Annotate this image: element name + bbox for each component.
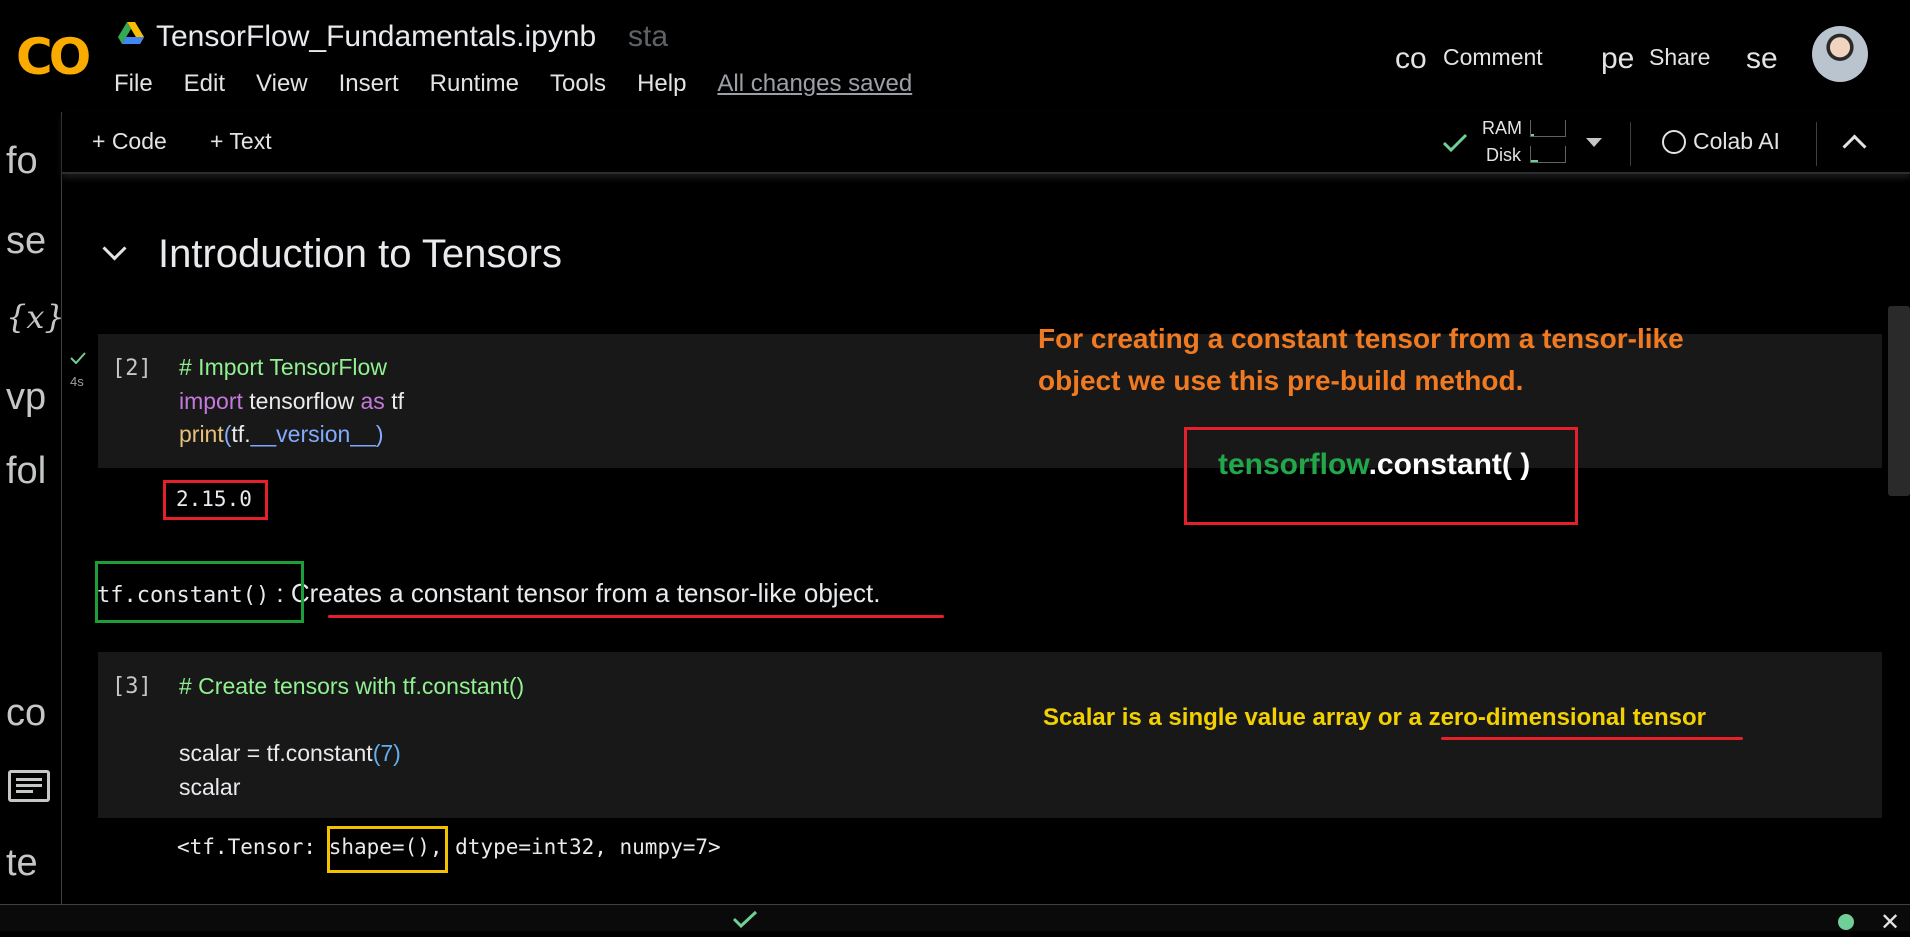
- output-highlight-box: [163, 480, 268, 520]
- api-call-label: tensorflow.constant( ): [1218, 448, 1530, 482]
- star-fragment[interactable]: sta: [628, 20, 668, 54]
- code-module: tensorflow: [242, 388, 361, 414]
- status-bar: [0, 904, 1910, 931]
- code-line[interactable]: # Create tensors with tf.constant(): [179, 670, 524, 704]
- run-status-check-icon: [70, 352, 86, 364]
- scalar-note-text: Scalar is a single value array or a: [1043, 704, 1429, 731]
- share-icon-fragment[interactable]: pe: [1601, 42, 1634, 76]
- section-heading: Introduction to Tensors: [158, 232, 562, 276]
- execution-count[interactable]: [3]: [112, 674, 152, 699]
- api-module: tensorflow: [1218, 448, 1369, 481]
- share-button[interactable]: Share: [1649, 44, 1710, 71]
- description-underline: [328, 615, 944, 618]
- notebook-title[interactable]: TensorFlow_Fundamentals.ipynb: [156, 20, 596, 54]
- variables-icon[interactable]: {x}: [6, 298, 65, 336]
- menu-file[interactable]: File: [114, 70, 153, 98]
- annotation-line: object we use this pre-build method.: [1038, 365, 1524, 396]
- menu-view[interactable]: View: [256, 70, 308, 98]
- close-icon[interactable]: ✕: [1880, 908, 1900, 937]
- markdown-description: : Creates a constant tensor from a tenso…: [276, 578, 881, 608]
- toolbar-divider: [1630, 122, 1631, 166]
- save-status-link[interactable]: All changes saved: [717, 70, 912, 98]
- execution-count[interactable]: [2]: [112, 356, 152, 381]
- code-line[interactable]: import tensorflow as tf: [179, 385, 404, 419]
- comment-button[interactable]: Comment: [1443, 44, 1543, 71]
- code-paren: ): [375, 421, 384, 447]
- annotation-line: For creating a constant tensor from a te…: [1038, 323, 1684, 354]
- rail-item-5[interactable]: fol: [6, 450, 56, 493]
- code-variable: scalar: [179, 774, 241, 800]
- code-alias: tf: [384, 388, 404, 414]
- ram-fill: [1531, 134, 1535, 136]
- disk-label: Disk: [1486, 145, 1521, 165]
- colab-ai-icon: [1662, 130, 1686, 154]
- ram-label: RAM: [1482, 118, 1522, 138]
- menu-bar: File Edit View Insert Runtime Tools Help…: [114, 70, 912, 98]
- settings-fragment[interactable]: se: [1746, 42, 1778, 76]
- code-keyword: as: [360, 388, 385, 414]
- run-time: 4s: [70, 374, 84, 389]
- drive-icon: [118, 22, 144, 44]
- add-text-button[interactable]: + Text: [210, 128, 272, 155]
- menu-tools[interactable]: Tools: [550, 70, 606, 98]
- menu-help[interactable]: Help: [637, 70, 686, 98]
- chevron-down-icon[interactable]: [102, 236, 127, 261]
- emphasis-underline: [1441, 737, 1743, 740]
- colab-logo[interactable]: CO: [16, 28, 91, 86]
- code-comment: # Import TensorFlow: [179, 354, 387, 380]
- check-icon: [1442, 133, 1468, 153]
- code-line[interactable]: # Import TensorFlow: [179, 351, 387, 385]
- output-suffix: , dtype=int32, numpy=7>: [429, 835, 721, 859]
- scalar-note-emphasis: zero-dimensional tensor: [1428, 704, 1706, 731]
- add-code-button[interactable]: + Code: [92, 128, 167, 155]
- scalar-note: Scalar is a single value array or a zero…: [1043, 704, 1706, 732]
- disk-bar[interactable]: [1530, 146, 1566, 163]
- menu-edit[interactable]: Edit: [184, 70, 225, 98]
- rail-item-1[interactable]: fo: [6, 140, 56, 183]
- rail-item-7[interactable]: te: [6, 842, 56, 885]
- menu-runtime[interactable]: Runtime: [430, 70, 519, 98]
- connection-status-icon: [1838, 914, 1854, 930]
- rail-item-4[interactable]: vp: [6, 376, 56, 419]
- api-method: .constant( ): [1368, 448, 1531, 481]
- ram-bar[interactable]: [1530, 120, 1566, 137]
- code-highlight-box: [95, 561, 304, 623]
- code-line[interactable]: scalar = tf.constant(7): [179, 737, 401, 771]
- annotation-note: For creating a constant tensor from a te…: [1038, 318, 1684, 402]
- code-function: print: [179, 421, 224, 447]
- avatar[interactable]: [1812, 26, 1868, 82]
- toolbar-divider: [1816, 122, 1817, 166]
- menu-insert[interactable]: Insert: [339, 70, 399, 98]
- code-attribute: __version__: [250, 421, 376, 447]
- cell-output: <tf.Tensor: shape=(), dtype=int32, numpy…: [177, 835, 721, 859]
- check-icon: [732, 910, 758, 928]
- dropdown-icon[interactable]: [1586, 138, 1602, 147]
- output-prefix: <tf.Tensor:: [177, 835, 329, 859]
- rail-item-6[interactable]: co: [6, 692, 56, 735]
- code-statement: scalar = tf.constant: [179, 740, 373, 766]
- code-keyword: import: [179, 388, 243, 414]
- notebook-toolbar: + Code + Text: [62, 112, 1910, 174]
- code-object: tf.: [231, 421, 251, 447]
- code-number: 7: [380, 740, 394, 766]
- scrollbar[interactable]: [1888, 306, 1910, 496]
- code-comment: # Create tensors with tf.constant(): [179, 673, 525, 699]
- rail-item-2[interactable]: se: [6, 220, 56, 263]
- terminal-icon[interactable]: [8, 770, 50, 802]
- comment-icon-fragment[interactable]: co: [1395, 42, 1427, 76]
- code-paren: ): [393, 740, 401, 766]
- colab-ai-button[interactable]: Colab AI: [1693, 128, 1780, 155]
- code-line[interactable]: scalar: [179, 771, 240, 805]
- shape-highlight-box: [327, 826, 448, 873]
- disk-fill: [1531, 160, 1538, 162]
- code-line[interactable]: print(tf.__version__): [179, 418, 384, 452]
